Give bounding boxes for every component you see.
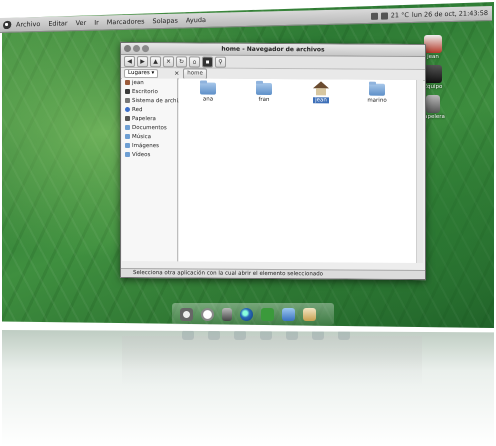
network-icon <box>125 106 130 113</box>
computer-icon <box>424 65 442 83</box>
window-reflection <box>122 336 422 386</box>
sidebar-item-label: Red <box>132 106 143 113</box>
sidebar-item-label: Escritorio <box>132 88 158 95</box>
menu-solapas[interactable]: Solapas <box>152 17 177 26</box>
sidebar-item-label: Imágenes <box>132 142 159 149</box>
home-icon <box>313 81 329 96</box>
desktop-icon-label: Equipo <box>423 84 443 90</box>
sidebar-item-music[interactable]: Música <box>122 132 177 141</box>
file-item-label: ana <box>202 96 214 103</box>
path-button-home[interactable]: home <box>183 67 207 80</box>
folder-icon <box>125 151 130 158</box>
sidebar-item-videos[interactable]: Vídeos <box>122 150 177 159</box>
screenshot-stage: Archivo Editar Ver Ir Marcadores Solapas… <box>0 0 496 446</box>
file-item-marino[interactable]: marino <box>362 83 392 104</box>
desktop-reflection <box>2 330 494 446</box>
sidebar-item-documents[interactable]: Documentos <box>122 123 177 132</box>
sidebar-item-pictures[interactable]: Imágenes <box>122 141 177 150</box>
recycle-icon[interactable] <box>261 307 274 321</box>
clock-readout[interactable]: lun 26 de oct, 21:43:58 <box>412 9 488 19</box>
forward-icon[interactable]: ▶ <box>137 55 148 67</box>
menu-archivo[interactable]: Archivo <box>16 20 40 29</box>
desktop-icon <box>125 88 130 95</box>
sidebar-close-icon[interactable]: ✕ <box>174 70 179 77</box>
maximize-icon[interactable] <box>142 45 149 53</box>
minimize-icon[interactable] <box>133 45 140 53</box>
vertical-scrollbar[interactable] <box>416 79 423 264</box>
sidebar-item-home[interactable]: jean <box>122 78 177 87</box>
sidebar-item-filesystem[interactable]: Sistema de archi... <box>122 96 183 105</box>
settings-icon[interactable] <box>180 307 193 321</box>
temperature-readout[interactable]: 21 °C <box>391 11 409 19</box>
drive-icon <box>125 97 130 104</box>
file-item-fran[interactable]: fran <box>249 82 279 103</box>
sidebar-item-label: Vídeos <box>132 151 151 158</box>
file-item-label: jean <box>313 97 329 104</box>
file-view[interactable]: ana fran jean marino <box>179 78 423 264</box>
reload-icon[interactable]: ↻ <box>176 55 187 67</box>
dock-reflection <box>182 330 350 340</box>
close-icon[interactable] <box>124 44 131 53</box>
places-dropdown[interactable]: Lugares ▾ <box>124 68 159 78</box>
system-tray: 21 °C lun 26 de oct, 21:43:58 <box>370 9 492 20</box>
computer-icon[interactable]: ▪ <box>202 56 213 68</box>
file-manager-window: home - Navegador de archivos ◀ ▶ ▲ ✕ ↻ ⌂… <box>120 41 426 281</box>
back-icon[interactable]: ◀ <box>124 55 135 67</box>
sidebar-item-label: Documentos <box>132 124 167 131</box>
menu-editar[interactable]: Editar <box>48 19 67 27</box>
menu-ir[interactable]: Ir <box>94 19 99 27</box>
trash-icon[interactable] <box>222 307 232 321</box>
desktop-icon-label: jean <box>427 54 439 60</box>
folder-icon <box>125 124 130 131</box>
status-bar: Selecciona otra aplicación con la cual a… <box>121 267 425 280</box>
home-icon <box>424 35 442 53</box>
menu-ver[interactable]: Ver <box>76 19 87 27</box>
network-icon[interactable] <box>370 12 378 20</box>
globe-icon[interactable] <box>240 307 253 321</box>
places-sidebar: jean Escritorio Sistema de archi... Red … <box>122 77 183 262</box>
window-title: home - Navegador de archivos <box>221 45 325 54</box>
folder-icon <box>200 82 216 95</box>
path-button-label: home <box>187 69 203 77</box>
search-icon[interactable]: ⚲ <box>215 56 226 68</box>
folder-icon <box>125 142 130 149</box>
apps-icon[interactable] <box>303 307 316 321</box>
menu-marcadores[interactable]: Marcadores <box>107 17 145 26</box>
home-icon[interactable]: ⌂ <box>189 55 200 67</box>
sidebar-item-label: jean <box>132 79 144 86</box>
home-icon <box>125 79 130 86</box>
file-item-ana[interactable]: ana <box>193 82 223 103</box>
sidebar-item-desktop[interactable]: Escritorio <box>122 87 177 96</box>
menu-ayuda[interactable]: Ayuda <box>186 16 206 24</box>
places-dropdown-label: Lugares <box>128 69 150 76</box>
sidebar-item-label: Música <box>132 133 152 140</box>
file-item-jean[interactable]: jean <box>306 81 336 104</box>
sidebar-item-label: Sistema de archi... <box>132 97 184 104</box>
chat-icon[interactable] <box>282 307 295 321</box>
file-item-label: marino <box>367 97 387 104</box>
folder-icon <box>256 82 272 95</box>
volume-icon[interactable] <box>380 12 388 20</box>
window-titlebar[interactable]: home - Navegador de archivos <box>121 42 425 58</box>
sidebar-item-network[interactable]: Red <box>122 105 177 114</box>
folder-icon <box>125 133 130 140</box>
dock <box>172 303 334 325</box>
file-item-label: fran <box>258 96 270 103</box>
up-icon[interactable]: ▲ <box>150 55 161 67</box>
stop-icon[interactable]: ✕ <box>163 55 174 67</box>
sidebar-item-trash[interactable]: Papelera <box>122 114 177 123</box>
sidebar-item-label: Papelera <box>132 115 156 122</box>
trash-icon <box>426 95 440 113</box>
clock-icon[interactable] <box>201 307 214 321</box>
ubuntu-logo-icon[interactable] <box>3 20 12 30</box>
folder-icon <box>369 83 385 96</box>
trash-icon <box>125 115 130 122</box>
